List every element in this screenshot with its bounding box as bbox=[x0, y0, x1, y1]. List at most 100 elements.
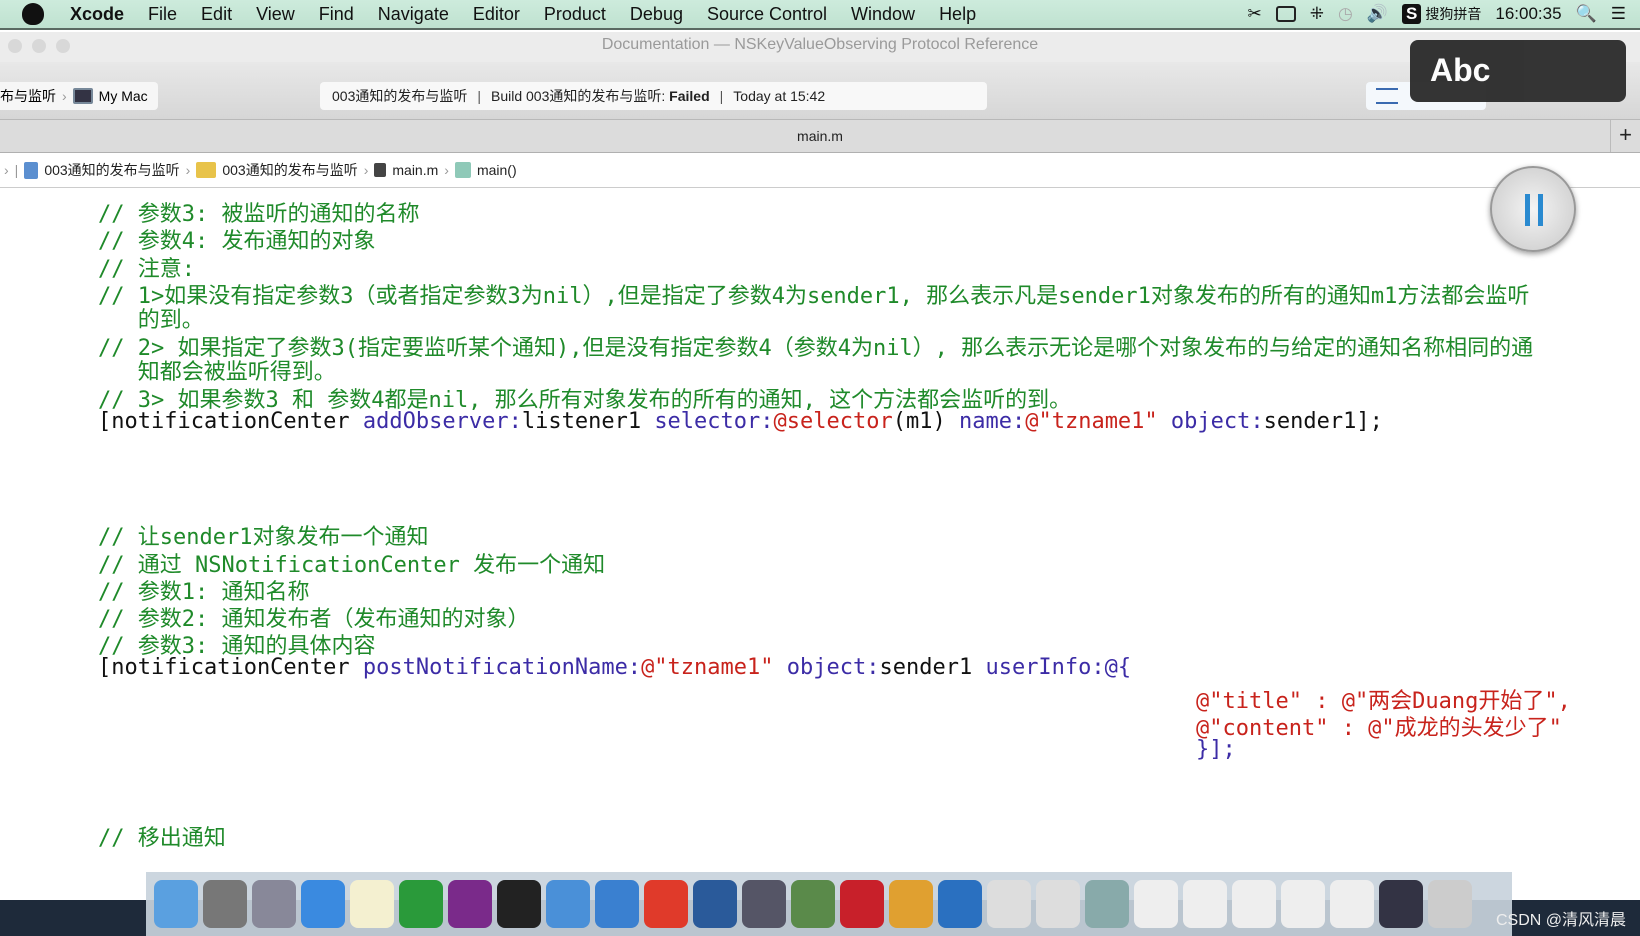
sogou-icon[interactable]: S bbox=[1402, 4, 1422, 24]
menu-find[interactable]: Find bbox=[307, 4, 366, 25]
code-token: (m1) bbox=[892, 409, 959, 434]
code-token: object: bbox=[786, 655, 880, 680]
zoom-button[interactable] bbox=[56, 39, 70, 53]
code-token: postNotificationName: bbox=[362, 655, 642, 680]
dock-app-icon[interactable] bbox=[497, 880, 541, 928]
code-token: selector: bbox=[654, 409, 774, 434]
clock[interactable]: 16:00:35 bbox=[1495, 4, 1561, 24]
tab-main-m[interactable]: main.m bbox=[797, 128, 843, 144]
title-bar: Documentation — NSKeyValueObserving Prot… bbox=[0, 32, 1640, 62]
activity-status[interactable]: 003通知的发布与监听 | Build 003通知的发布与监听: Failed … bbox=[320, 82, 987, 110]
dock-app-icon[interactable] bbox=[301, 880, 345, 928]
code-line: @"content" : @"成龙的头发少了" bbox=[1196, 710, 1562, 742]
code-line: [notificationCenter addObserver:listener… bbox=[98, 409, 1383, 434]
dock-app-icon[interactable] bbox=[546, 880, 590, 928]
dock-app-icon[interactable] bbox=[644, 880, 688, 928]
jump-project[interactable]: 003通知的发布与监听 bbox=[44, 160, 179, 180]
code-token: name: bbox=[958, 409, 1026, 434]
code-token: }]; bbox=[1196, 737, 1236, 762]
dock-app-icon[interactable] bbox=[889, 880, 933, 928]
dock-app-icon[interactable] bbox=[938, 880, 982, 928]
scheme-name: 布与监听 bbox=[0, 88, 56, 104]
code-token: [notificationCenter bbox=[98, 655, 363, 680]
dock-app-icon[interactable] bbox=[1281, 880, 1325, 928]
menu-product[interactable]: Product bbox=[532, 4, 618, 25]
dock-app-icon[interactable] bbox=[1183, 880, 1227, 928]
jump-group[interactable]: 003通知的发布与监听 bbox=[222, 160, 357, 180]
menu-source-control[interactable]: Source Control bbox=[695, 4, 839, 25]
code-token: addObserver: bbox=[362, 409, 522, 434]
code-editor[interactable]: // 参数3: 被监听的通知的名称// 参数4: 发布通知的对象// 注意://… bbox=[0, 188, 1640, 873]
project-icon bbox=[24, 161, 39, 179]
dock-app-icon[interactable] bbox=[595, 880, 639, 928]
dock-app-icon[interactable] bbox=[693, 880, 737, 928]
dock-app-icon[interactable] bbox=[840, 880, 884, 928]
menu-editor[interactable]: Editor bbox=[461, 4, 532, 25]
menu-window[interactable]: Window bbox=[839, 4, 927, 25]
jump-file[interactable]: main.m bbox=[392, 162, 438, 178]
code-token: @"tzname1" bbox=[641, 655, 774, 680]
close-button[interactable] bbox=[8, 39, 22, 53]
scheme-selector[interactable]: 布与监听 › My Mac bbox=[0, 82, 158, 110]
dock-app-icon[interactable] bbox=[1036, 880, 1080, 928]
dock-app-icon[interactable] bbox=[203, 880, 247, 928]
dock-app-icon[interactable] bbox=[791, 880, 835, 928]
menu-navigate[interactable]: Navigate bbox=[366, 4, 461, 25]
code-token: // 移出通知 bbox=[98, 826, 226, 851]
dock-app-icon[interactable] bbox=[1085, 880, 1129, 928]
status-build-label: Build 003通知的发布与监听: bbox=[491, 88, 666, 104]
spotlight-icon[interactable]: 🔍 bbox=[1576, 4, 1597, 24]
menu-edit[interactable]: Edit bbox=[189, 4, 244, 25]
pause-recording-button[interactable] bbox=[1490, 166, 1576, 252]
dock-app-icon[interactable] bbox=[987, 880, 1031, 928]
input-method-label[interactable]: 搜狗拼音 bbox=[1425, 4, 1481, 24]
jump-symbol[interactable]: main() bbox=[477, 162, 517, 178]
menu-help[interactable]: Help bbox=[927, 4, 988, 25]
standard-editor-icon[interactable] bbox=[1376, 88, 1398, 104]
code-token: [notificationCenter bbox=[98, 409, 363, 434]
code-token: // 1>如果没有指定参数3（或者指定参数3为nil）,但是指定了参数4为sen… bbox=[98, 284, 1530, 309]
menu-debug[interactable]: Debug bbox=[618, 4, 695, 25]
time-machine-icon[interactable]: ◷ bbox=[1338, 4, 1353, 24]
code-line: // 移出通知 bbox=[98, 820, 226, 852]
menu-bar: Xcode File Edit View Find Navigate Edito… bbox=[0, 0, 1640, 30]
dock-app-icon[interactable] bbox=[399, 880, 443, 928]
volume-icon[interactable]: 🔊 bbox=[1367, 4, 1388, 24]
jump-bar: › | 003通知的发布与监听 › 003通知的发布与监听 › main.m ›… bbox=[0, 153, 1640, 188]
scissors-icon[interactable]: ✂ bbox=[1248, 4, 1262, 24]
divider: | bbox=[719, 88, 724, 104]
add-tab-button[interactable]: + bbox=[1610, 120, 1640, 152]
menu-file[interactable]: File bbox=[136, 4, 189, 25]
dock-app-icon[interactable] bbox=[1379, 880, 1423, 928]
menu-app[interactable]: Xcode bbox=[58, 4, 136, 25]
code-token: sender1 bbox=[879, 655, 986, 680]
notification-center-icon[interactable]: ☰ bbox=[1611, 4, 1626, 24]
dock-app-icon[interactable] bbox=[1134, 880, 1178, 928]
apple-icon[interactable] bbox=[22, 3, 44, 25]
menu-view[interactable]: View bbox=[244, 4, 307, 25]
dock-app-icon[interactable] bbox=[742, 880, 786, 928]
code-token: object: bbox=[1170, 409, 1264, 434]
minimize-button[interactable] bbox=[32, 39, 46, 53]
dock-app-icon[interactable] bbox=[1428, 880, 1472, 928]
dock-app-icon[interactable] bbox=[448, 880, 492, 928]
code-token: listener1 bbox=[521, 409, 655, 434]
dock-app-icon[interactable] bbox=[252, 880, 296, 928]
code-token: @selector bbox=[773, 409, 893, 434]
dock-app-icon[interactable] bbox=[1330, 880, 1374, 928]
dock-app-icon[interactable] bbox=[1232, 880, 1276, 928]
chevron-right-icon[interactable]: › bbox=[4, 162, 9, 178]
status-menus: ✂ ⁜ ◷ 🔊 S 搜狗拼音 16:00:35 🔍 ☰ bbox=[1248, 0, 1640, 28]
chevron-right-icon: › bbox=[444, 162, 449, 178]
code-token: userInfo: bbox=[985, 655, 1105, 680]
bluetooth-icon[interactable]: ⁜ bbox=[1310, 4, 1324, 24]
code-line: [notificationCenter postNotificationName… bbox=[98, 655, 1131, 680]
code-token: sender1]; bbox=[1263, 409, 1383, 434]
dock-app-icon[interactable] bbox=[154, 880, 198, 928]
camera-icon[interactable] bbox=[1275, 6, 1296, 22]
dock-app-icon[interactable] bbox=[350, 880, 394, 928]
code-line: // 1>如果没有指定参数3（或者指定参数3为nil）,但是指定了参数4为sen… bbox=[98, 278, 1529, 310]
tab-bar: main.m + bbox=[0, 120, 1640, 153]
